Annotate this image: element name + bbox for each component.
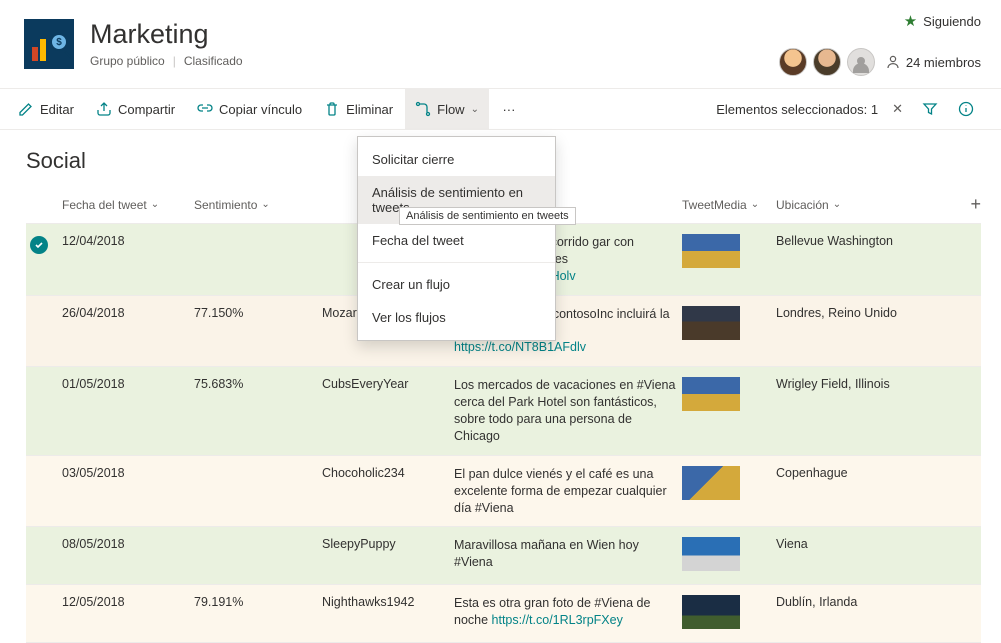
ellipsis-icon: ··· [501,101,517,117]
cell-date: 12/05/2018 [62,595,194,609]
flow-menu-item[interactable]: Solicitar cierre [358,143,555,176]
members-link[interactable]: 24 miembros [885,54,981,70]
trash-icon [324,101,340,117]
filter-icon [922,101,938,117]
cell-user: Chocoholic234 [322,466,454,480]
selection-count: Elementos seleccionados: 1 [716,102,878,117]
avatar [813,48,841,76]
chevron-down-icon: ⌄ [751,199,759,210]
follow-label: Siguiendo [923,14,981,29]
table-row[interactable]: 08/05/2018 SleepyPuppyMaravillosa mañana … [26,527,981,585]
cell-text: Esta es otra gran foto de #Viena de noch… [454,595,682,629]
cell-user: CubsEveryYear [322,377,454,391]
link-icon [197,101,213,117]
avatar [847,48,875,76]
cell-location: Wrigley Field, Illinois [776,377,951,391]
media-thumbnail[interactable] [682,537,740,571]
cell-text: El pan dulce vienés y el café es una exc… [454,466,682,517]
cell-user: Nighthawks1942 [322,595,454,609]
members-count: 24 miembros [906,55,981,70]
header-right: ★ Siguiendo 24 miembros [779,12,981,76]
media-thumbnail[interactable] [682,306,740,340]
table-row[interactable]: 12/05/201879.191%Nighthawks1942Esta es o… [26,585,981,643]
media-thumbnail[interactable] [682,377,740,411]
site-logo [24,19,74,69]
table-row[interactable]: 01/05/201875.683%CubsEveryYearLos mercad… [26,367,981,456]
clear-selection-button[interactable]: ✕ [892,101,903,117]
cell-date: 03/05/2018 [62,466,194,480]
flow-icon [415,101,431,117]
edit-icon [18,101,34,117]
cell-sentiment: 75.683% [194,377,322,391]
table-row[interactable]: 03/05/2018 Chocoholic234El pan dulce vien… [26,456,981,528]
cell-user: SleepyPuppy [322,537,454,551]
cell-sentiment: 79.191% [194,595,322,609]
cell-location: Londres, Reino Unido [776,306,951,320]
flow-menu-item[interactable]: Fecha del tweet [358,224,555,257]
tooltip: Análisis de sentimiento en tweets [399,207,576,225]
cell-text: Los mercados de vacaciones en #Viena cer… [454,377,682,445]
tweet-link[interactable]: https://t.co/1RL3rpFXey [492,613,623,627]
star-icon: ★ [904,12,917,30]
site-header: Marketing Grupo público | Clasificado ★ … [0,0,1001,88]
media-thumbnail[interactable] [682,466,740,500]
cell-location: Bellevue Washington [776,234,951,248]
member-avatars[interactable] [779,48,875,76]
copy-link-button[interactable]: Copiar vínculo [187,88,312,130]
cell-date: 26/04/2018 [62,306,194,320]
avatar [779,48,807,76]
share-button[interactable]: Compartir [86,88,185,130]
info-button[interactable] [949,101,983,117]
cell-location: Viena [776,537,951,551]
tweet-link[interactable]: https://t.co/NT8B1AFdlv [454,340,586,354]
command-bar: Editar Compartir Copiar vínculo Eliminar… [0,88,1001,130]
site-title-block: Marketing Grupo público | Clasificado [90,20,243,68]
add-column-button[interactable]: + [970,194,981,214]
flow-menu-item[interactable]: Ver los flujos [358,301,555,334]
follow-button[interactable]: ★ Siguiendo [904,12,981,30]
media-thumbnail[interactable] [682,234,740,268]
col-header-date[interactable]: Fecha del tweet ⌄ [62,194,194,215]
site-title[interactable]: Marketing [90,20,243,50]
cell-location: Copenhague [776,466,951,480]
info-icon [958,101,974,117]
cell-date: 08/05/2018 [62,537,194,551]
col-header-sentiment[interactable]: Sentimiento ⌄ [194,194,322,215]
flow-dropdown-menu: Solicitar cierre Análisis de sentimiento… [357,136,556,341]
delete-button[interactable]: Eliminar [314,88,403,130]
chevron-down-icon: ⌄ [471,104,479,115]
filter-button[interactable] [913,101,947,117]
cell-date: 01/05/2018 [62,377,194,391]
group-type: Grupo público [90,54,165,68]
chevron-down-icon: ⌄ [833,199,841,210]
col-header-location[interactable]: Ubicación ⌄ [776,194,951,215]
chevron-down-icon: ⌄ [261,199,269,210]
more-button[interactable]: ··· [491,88,527,130]
share-icon [96,101,112,117]
cell-location: Dublín, Irlanda [776,595,951,609]
flow-menu-item[interactable]: Crear un flujo [358,268,555,301]
person-icon [885,54,901,70]
flow-button[interactable]: Flow ⌄ [405,88,489,130]
media-thumbnail[interactable] [682,595,740,629]
cell-date: 12/04/2018 [62,234,194,248]
classification: Clasificado [184,54,243,68]
chevron-down-icon: ⌄ [151,199,159,210]
cell-text: Maravillosa mañana en Wien hoy #Viena [454,537,682,571]
edit-button[interactable]: Editar [8,88,84,130]
col-header-media[interactable]: TweetMedia ⌄ [682,194,776,215]
cell-sentiment: 77.150% [194,306,322,320]
check-icon[interactable] [30,236,48,254]
